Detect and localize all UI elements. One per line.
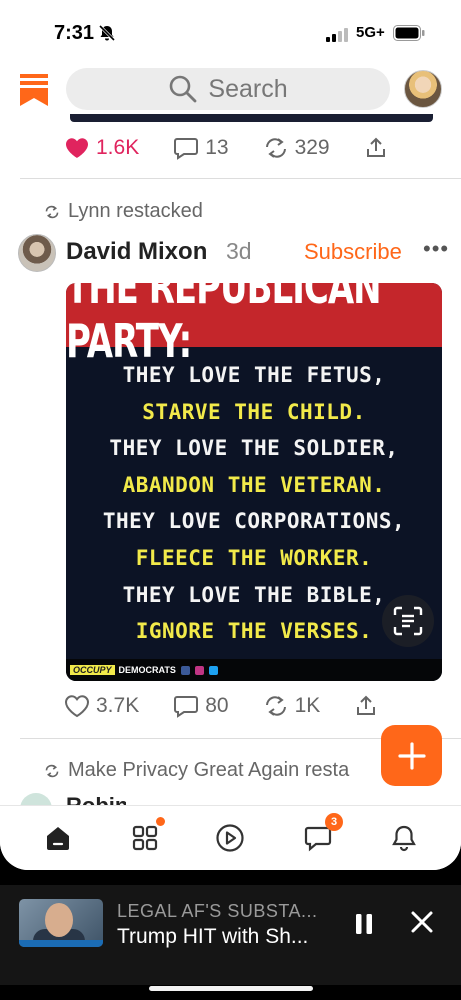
search-icon	[170, 75, 197, 103]
divider	[20, 178, 461, 179]
close-player-button[interactable]	[410, 910, 434, 934]
image-line: FLEECE THE WORKER.	[135, 545, 373, 570]
heart-icon	[64, 695, 90, 718]
restack-icon	[265, 696, 286, 716]
app-screen: 7:31 5G+ Search 1.6K 13 329 Lynn restack…	[0, 0, 461, 870]
restack-note: Make Privacy Great Again resta	[44, 759, 349, 782]
profile-avatar[interactable]	[404, 70, 442, 108]
post-age: 3d	[226, 238, 252, 264]
plus-icon	[397, 741, 426, 770]
heart-filled-icon	[66, 138, 88, 158]
image-line: ABANDON THE VETERAN.	[122, 472, 386, 497]
footer-brand: OCCUPY	[70, 665, 115, 675]
pause-button[interactable]	[355, 913, 373, 935]
image-footer: OCCUPY DEMOCRATS	[66, 659, 442, 681]
chat-badge: 3	[325, 813, 343, 831]
grid-icon	[132, 825, 158, 851]
tab-video[interactable]	[214, 822, 246, 854]
facebook-icon	[180, 665, 190, 675]
share-button[interactable]	[364, 136, 388, 160]
image-line: STARVE THE CHILD.	[142, 399, 366, 424]
comment-icon	[174, 696, 199, 718]
restack-small-icon	[45, 205, 59, 218]
like-button[interactable]: 3.7K	[64, 694, 139, 718]
previous-post-image[interactable]	[70, 114, 433, 122]
post1-actions: 1.6K 13 329	[64, 136, 422, 160]
share-icon	[366, 137, 385, 157]
search-bar[interactable]: Search	[66, 68, 390, 110]
author-name[interactable]: Robin	[66, 795, 126, 805]
comment-button[interactable]: 80	[173, 694, 229, 718]
thumbnail-ticker	[19, 940, 103, 947]
like-count: 1.6K	[96, 136, 140, 159]
restack-count: 329	[294, 136, 330, 159]
restack-small-icon	[45, 764, 59, 777]
restack-note: Lynn restacked	[44, 200, 203, 223]
silent-bell-icon	[98, 24, 116, 42]
network-type: 5G+	[356, 24, 385, 41]
image-line: THEY LOVE THE FETUS,	[122, 363, 386, 387]
comment-icon	[174, 138, 199, 160]
image-line: THEY LOVE CORPORATIONS,	[102, 509, 406, 534]
tab-explore[interactable]	[129, 817, 165, 854]
twitter-icon	[208, 665, 218, 675]
restack-button[interactable]: 329	[263, 136, 330, 160]
like-count: 3.7K	[96, 694, 140, 717]
image-line: THEY LOVE THE SOLDIER,	[109, 436, 399, 461]
restack-note-text: Lynn restacked	[68, 200, 203, 222]
bell-icon	[392, 825, 416, 852]
compose-button[interactable]	[381, 725, 442, 786]
like-button[interactable]: 1.6K	[64, 136, 139, 160]
restack-button[interactable]: 1K	[263, 694, 321, 718]
player-thumbnail[interactable]	[19, 899, 103, 947]
share-button[interactable]	[354, 694, 378, 718]
status-time: 7:31	[54, 22, 95, 44]
more-options-button[interactable]: •••	[423, 236, 449, 262]
restack-count: 1K	[294, 694, 321, 717]
player-show-name: LEGAL AF'S SUBSTA...	[117, 901, 318, 921]
scan-text-button[interactable]	[382, 595, 434, 647]
subscribe-button[interactable]: Subscribe	[304, 239, 402, 265]
comment-count: 13	[205, 136, 229, 159]
tab-chat[interactable]: 3	[302, 813, 343, 854]
home-icon	[47, 827, 69, 850]
tab-home[interactable]	[42, 822, 74, 854]
comment-button[interactable]: 13	[173, 136, 229, 160]
comment-count: 80	[205, 694, 229, 717]
battery-icon	[393, 25, 425, 41]
share-icon	[357, 695, 376, 715]
top-header: Search	[0, 62, 461, 118]
restack-icon	[265, 138, 286, 158]
post-author-row: David Mixon 3d Subscribe •••	[18, 234, 461, 274]
author-avatar[interactable]	[18, 234, 56, 272]
instagram-icon	[194, 665, 204, 675]
home-indicator[interactable]	[149, 986, 313, 991]
post2-actions: 3.7K 80 1K	[64, 694, 412, 718]
thumbnail-face	[45, 903, 73, 937]
footer-text: DEMOCRATS	[118, 665, 176, 675]
author-name[interactable]: David Mixon	[66, 238, 207, 266]
scan-text-icon	[393, 606, 423, 636]
notification-dot	[156, 817, 165, 826]
player-episode-title[interactable]: Trump HIT with Sh...	[117, 925, 308, 949]
play-circle-icon	[216, 824, 244, 852]
tab-activity[interactable]	[388, 822, 420, 854]
post-image[interactable]: THE REPUBLICAN PARTY: THEY LOVE THE FETU…	[66, 283, 442, 681]
search-placeholder: Search	[208, 74, 288, 103]
image-banner: THE REPUBLICAN PARTY:	[66, 283, 442, 369]
cell-signal-icon	[326, 28, 348, 42]
bottom-tab-bar: 3	[0, 805, 461, 870]
mini-player[interactable]: LEGAL AF'S SUBSTA... Trump HIT with Sh..…	[0, 885, 461, 985]
status-bar: 7:31 5G+	[0, 0, 461, 62]
substack-logo-icon[interactable]	[20, 74, 48, 106]
restack-note-text: Make Privacy Great Again resta	[68, 759, 350, 781]
